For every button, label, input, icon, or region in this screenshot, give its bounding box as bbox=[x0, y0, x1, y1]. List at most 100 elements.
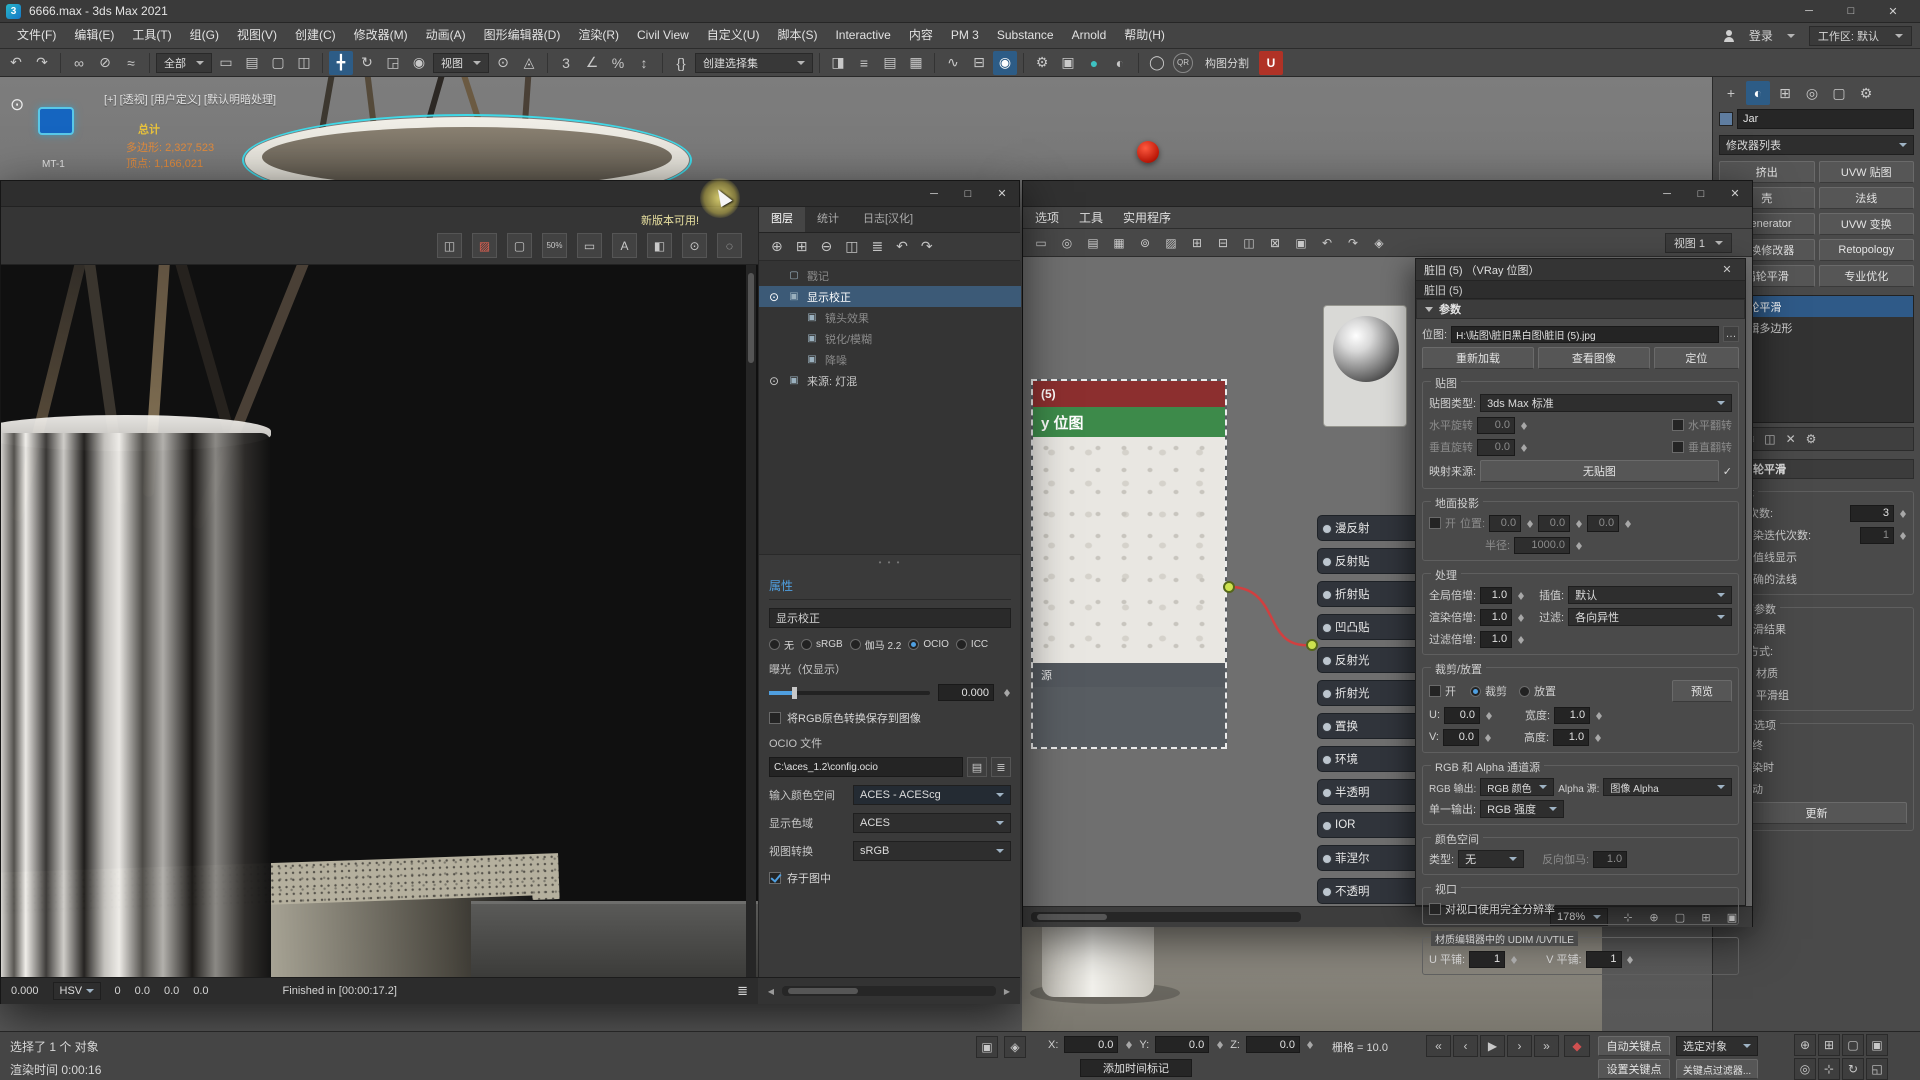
key-filters-button[interactable]: 关键点过滤器... bbox=[1676, 1059, 1758, 1079]
unlink-selection-icon[interactable]: ⊘ bbox=[93, 51, 117, 75]
modifier-button[interactable]: 法线 bbox=[1819, 187, 1915, 209]
select-and-move-icon[interactable]: ╋ bbox=[329, 51, 353, 75]
select-and-manipulate-icon[interactable]: ◬ bbox=[517, 51, 541, 75]
orbit-icon[interactable]: ↻ bbox=[1842, 1058, 1864, 1080]
named-selection-set-dropdown[interactable]: 创建选择集 bbox=[695, 53, 813, 73]
vertical-flip-checkbox[interactable] bbox=[1672, 441, 1684, 453]
minimize-icon[interactable]: ─ bbox=[1788, 0, 1830, 22]
magnifier-eye-icon[interactable]: ⊙ bbox=[10, 95, 24, 115]
layer-explorer-icon[interactable]: ▤ bbox=[878, 51, 902, 75]
modifier-button[interactable]: Retopology bbox=[1819, 239, 1915, 261]
y-coordinate-field[interactable]: 0.0 bbox=[1155, 1036, 1209, 1053]
filter-dropdown[interactable]: 各向异性 bbox=[1568, 608, 1732, 626]
menu-item[interactable]: 工具(T) bbox=[123, 23, 180, 48]
modifier-list-dropdown[interactable]: 修改器列表 bbox=[1719, 135, 1914, 155]
render-iterations-field[interactable]: 1 bbox=[1860, 527, 1894, 544]
set-key-icon[interactable]: ◆ bbox=[1564, 1035, 1590, 1057]
v-field[interactable]: 0.0 bbox=[1443, 729, 1479, 746]
menu-item[interactable]: Interactive bbox=[826, 23, 899, 48]
rendered-frame-window-icon[interactable]: ▣ bbox=[1056, 51, 1080, 75]
motion-tab-icon[interactable]: ◎ bbox=[1800, 81, 1824, 105]
node-view-scrollbar[interactable] bbox=[1031, 912, 1301, 922]
panel-horizontal-scrollbar[interactable] bbox=[782, 986, 996, 996]
show-background-icon[interactable]: ▦ bbox=[1107, 231, 1131, 255]
layout-all-icon[interactable]: ⊞ bbox=[1185, 231, 1209, 255]
rectangular-selection-icon[interactable]: ▢ bbox=[266, 51, 290, 75]
stamp-icon[interactable]: A bbox=[612, 233, 637, 258]
z-spinner[interactable] bbox=[1306, 1036, 1315, 1053]
bitmap-node-subtitle[interactable]: y 位图 bbox=[1033, 407, 1225, 437]
layer-row[interactable]: ⊙ ▣ 显示校正 bbox=[759, 286, 1021, 307]
correction-radio[interactable]: sRGB bbox=[801, 639, 843, 650]
material-id-channel-icon[interactable]: ⊠ bbox=[1263, 231, 1287, 255]
curve-editor-icon[interactable]: ∿ bbox=[941, 51, 965, 75]
select-object-icon[interactable]: ▭ bbox=[214, 51, 238, 75]
locate-button[interactable]: 定位 bbox=[1654, 347, 1739, 369]
add-folder-icon[interactable]: ⊞ bbox=[796, 238, 808, 255]
material-editor-icon[interactable]: ◉ bbox=[993, 51, 1017, 75]
mono-output-dropdown[interactable]: RGB 强度 bbox=[1480, 800, 1564, 818]
half-resolution-icon[interactable]: 50% bbox=[542, 233, 567, 258]
select-by-name-icon[interactable]: ▤ bbox=[240, 51, 264, 75]
save-image-icon[interactable]: ◫ bbox=[437, 233, 462, 258]
track-mouse-icon[interactable]: ⊙ bbox=[682, 233, 707, 258]
redo-icon[interactable]: ↷ bbox=[1341, 231, 1365, 255]
layer-row[interactable]: ▣ 锐化/模糊 bbox=[759, 328, 1021, 349]
correction-radio[interactable]: ICC bbox=[956, 639, 988, 650]
show-end-result-icon[interactable]: ⊚ bbox=[1133, 231, 1157, 255]
select-tool-icon[interactable]: ▭ bbox=[1029, 231, 1053, 255]
zoom-all-icon[interactable]: ⊞ bbox=[1818, 1034, 1840, 1056]
layout-children-icon[interactable]: ⊟ bbox=[1211, 231, 1235, 255]
store-in-image-checkbox[interactable] bbox=[769, 872, 781, 884]
selected-filter-dropdown[interactable]: 选定对象 bbox=[1676, 1036, 1758, 1056]
set-key-button[interactable]: 设置关键点 bbox=[1598, 1059, 1670, 1079]
filter-multiplier-field[interactable]: 1.0 bbox=[1480, 631, 1512, 648]
slate-menu-item[interactable]: 实用程序 bbox=[1113, 209, 1181, 226]
vfb-panel-tab[interactable]: 日志[汉化] bbox=[851, 207, 925, 232]
viewport-pov-label[interactable]: [+] [透视] [用户定义] [默认明暗处理] bbox=[104, 91, 276, 107]
u-field[interactable]: 0.0 bbox=[1444, 707, 1480, 724]
sign-in-button[interactable]: 登录 bbox=[1749, 27, 1773, 44]
alpha-source-dropdown[interactable]: 图像 Alpha bbox=[1603, 778, 1732, 796]
select-and-link-icon[interactable]: ∞ bbox=[67, 51, 91, 75]
scroll-right-icon[interactable]: ▶ bbox=[1000, 985, 1014, 997]
maximize-icon[interactable]: □ bbox=[1830, 0, 1872, 22]
radius-field[interactable]: 1000.0 bbox=[1514, 537, 1570, 554]
hierarchy-tab-icon[interactable]: ⊞ bbox=[1773, 81, 1797, 105]
put-to-library-icon[interactable]: ▤ bbox=[1081, 231, 1105, 255]
color-mode-dropdown[interactable]: HSV bbox=[53, 982, 101, 1000]
update-option-radio[interactable]: 手动 bbox=[1726, 780, 1907, 798]
render-setup-icon[interactable]: ⚙ bbox=[1030, 51, 1054, 75]
view-image-button[interactable]: 查看图像 bbox=[1538, 347, 1650, 369]
exposure-value-field[interactable]: 0.000 bbox=[938, 684, 994, 701]
horizontal-rotation-field[interactable]: 0.0 bbox=[1477, 417, 1515, 434]
utilities-tab-icon[interactable]: ⚙ bbox=[1854, 81, 1878, 105]
display-gamut-dropdown[interactable]: ACES bbox=[853, 813, 1011, 833]
exposure-slider[interactable] bbox=[769, 691, 930, 695]
slate-menu-item[interactable]: 工具 bbox=[1069, 209, 1113, 226]
angle-snap-icon[interactable]: ∠ bbox=[580, 51, 604, 75]
clear-image-icon[interactable]: ▨ bbox=[472, 233, 497, 258]
pan-icon[interactable]: ⊹ bbox=[1818, 1058, 1840, 1080]
layer-row[interactable]: ▣ 镜头效果 bbox=[759, 307, 1021, 328]
snap-toggle-icon[interactable]: 3 bbox=[554, 51, 578, 75]
width-field[interactable]: 1.0 bbox=[1554, 707, 1590, 724]
iterations-field[interactable]: 3 bbox=[1850, 505, 1894, 522]
material-node-preview[interactable] bbox=[1323, 305, 1407, 427]
minimize-icon[interactable]: ─ bbox=[1650, 184, 1684, 204]
object-name-field[interactable]: Jar bbox=[1737, 109, 1914, 129]
use-pivot-point-icon[interactable]: ⊙ bbox=[491, 51, 515, 75]
position-y-field[interactable]: 0.0 bbox=[1538, 515, 1570, 532]
update-option-radio[interactable]: 渲染时 bbox=[1726, 758, 1907, 776]
show-maps-icon[interactable]: ▨ bbox=[1159, 231, 1183, 255]
map-name-field[interactable]: 脏旧 (5) bbox=[1416, 281, 1745, 299]
red-sphere-object[interactable] bbox=[1137, 141, 1159, 163]
ocio-options-icon[interactable]: ≣ bbox=[991, 757, 1011, 777]
close-icon[interactable]: ✕ bbox=[1872, 0, 1914, 22]
parameters-title-bar[interactable]: 脏旧 (5) （VRay 位图） ✕ bbox=[1416, 259, 1745, 281]
height-field[interactable]: 1.0 bbox=[1553, 729, 1589, 746]
remove-modifier-icon[interactable]: ✕ bbox=[1786, 432, 1796, 446]
schematic-view-icon[interactable]: ⊟ bbox=[967, 51, 991, 75]
modifier-button[interactable]: 专业优化 bbox=[1819, 265, 1915, 287]
composition-split-button[interactable]: 构图分割 bbox=[1197, 55, 1257, 71]
